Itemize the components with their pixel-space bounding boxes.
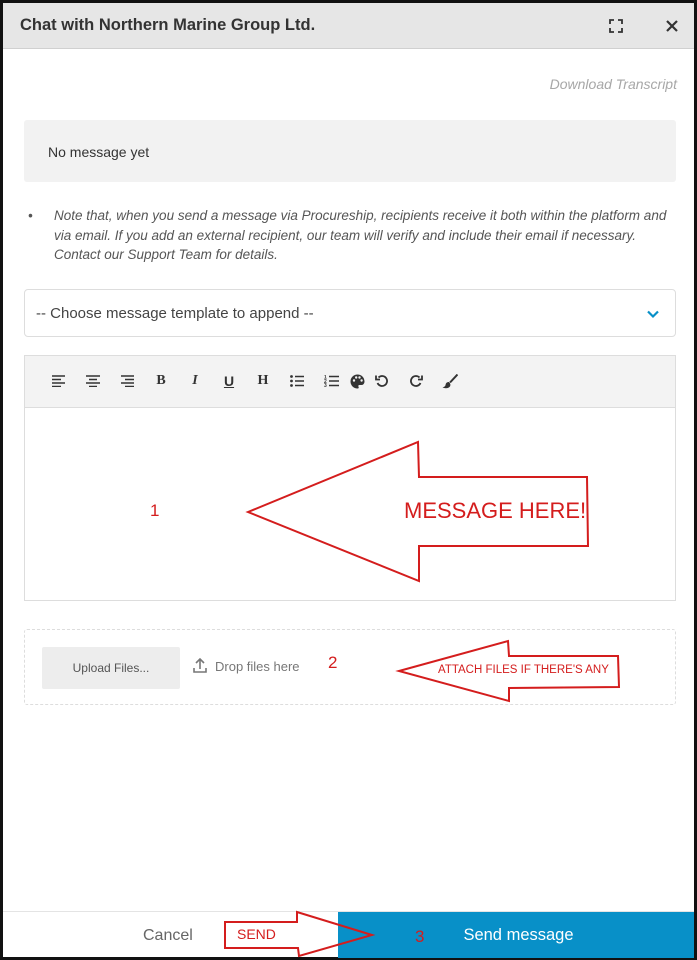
annotation-step-3-number: 3 [415, 927, 425, 946]
align-right-icon[interactable] [117, 371, 137, 391]
underline-button[interactable]: U [219, 371, 239, 391]
editor-toolbar: B I U H 123 [25, 356, 675, 408]
undo-icon[interactable] [372, 371, 392, 391]
note-text: Note that, when you send a message via P… [54, 208, 667, 262]
template-select-value: -- Choose message template to append -- [36, 305, 314, 322]
upload-icon [193, 657, 207, 676]
dialog-title: Chat with Northern Marine Group Ltd. [20, 16, 316, 34]
annotation-step-2-number: 2 [328, 653, 338, 672]
annotation-step-1-label: MESSAGE HERE! [404, 498, 587, 523]
numbered-list-icon[interactable]: 123 [321, 371, 341, 391]
heading-button[interactable]: H [253, 371, 273, 391]
dialog-header: Chat with Northern Marine Group Ltd. [3, 3, 694, 49]
message-editor: B I U H 123 [24, 355, 676, 601]
upload-files-button[interactable]: Upload Files... [42, 647, 180, 689]
dialog-footer: Cancel Send message [3, 911, 694, 958]
svg-text:3: 3 [324, 383, 327, 387]
messages-area: No message yet [24, 120, 676, 182]
drop-files-label: Drop files here [215, 659, 300, 674]
send-message-button[interactable]: Send message [338, 912, 694, 958]
align-center-icon[interactable] [83, 371, 103, 391]
align-left-icon[interactable] [49, 371, 69, 391]
color-palette-icon[interactable] [347, 371, 367, 391]
cancel-button[interactable]: Cancel [143, 927, 193, 945]
italic-button[interactable]: I [185, 371, 205, 391]
download-transcript-link[interactable]: Download Transcript [550, 76, 677, 92]
clear-format-brush-icon[interactable] [440, 371, 460, 391]
redo-icon[interactable] [406, 371, 426, 391]
close-icon[interactable] [661, 15, 683, 37]
info-note: • Note that, when you send a message via… [28, 206, 673, 265]
fullscreen-icon[interactable] [605, 15, 627, 37]
bullet-list-icon[interactable] [287, 371, 307, 391]
bold-button[interactable]: B [151, 371, 171, 391]
message-template-select[interactable]: -- Choose message template to append -- [24, 289, 676, 337]
empty-messages-text: No message yet [48, 144, 150, 160]
annotation-step-1-number: 1 [150, 501, 160, 520]
annotation-step-2-label: ATTACH FILES IF THERE'S ANY [438, 664, 609, 676]
chevron-down-icon [645, 306, 661, 322]
drop-files-area[interactable]: Drop files here [193, 657, 300, 676]
annotation-step-3-label: SEND [237, 926, 276, 942]
note-bullet: • [28, 208, 33, 223]
